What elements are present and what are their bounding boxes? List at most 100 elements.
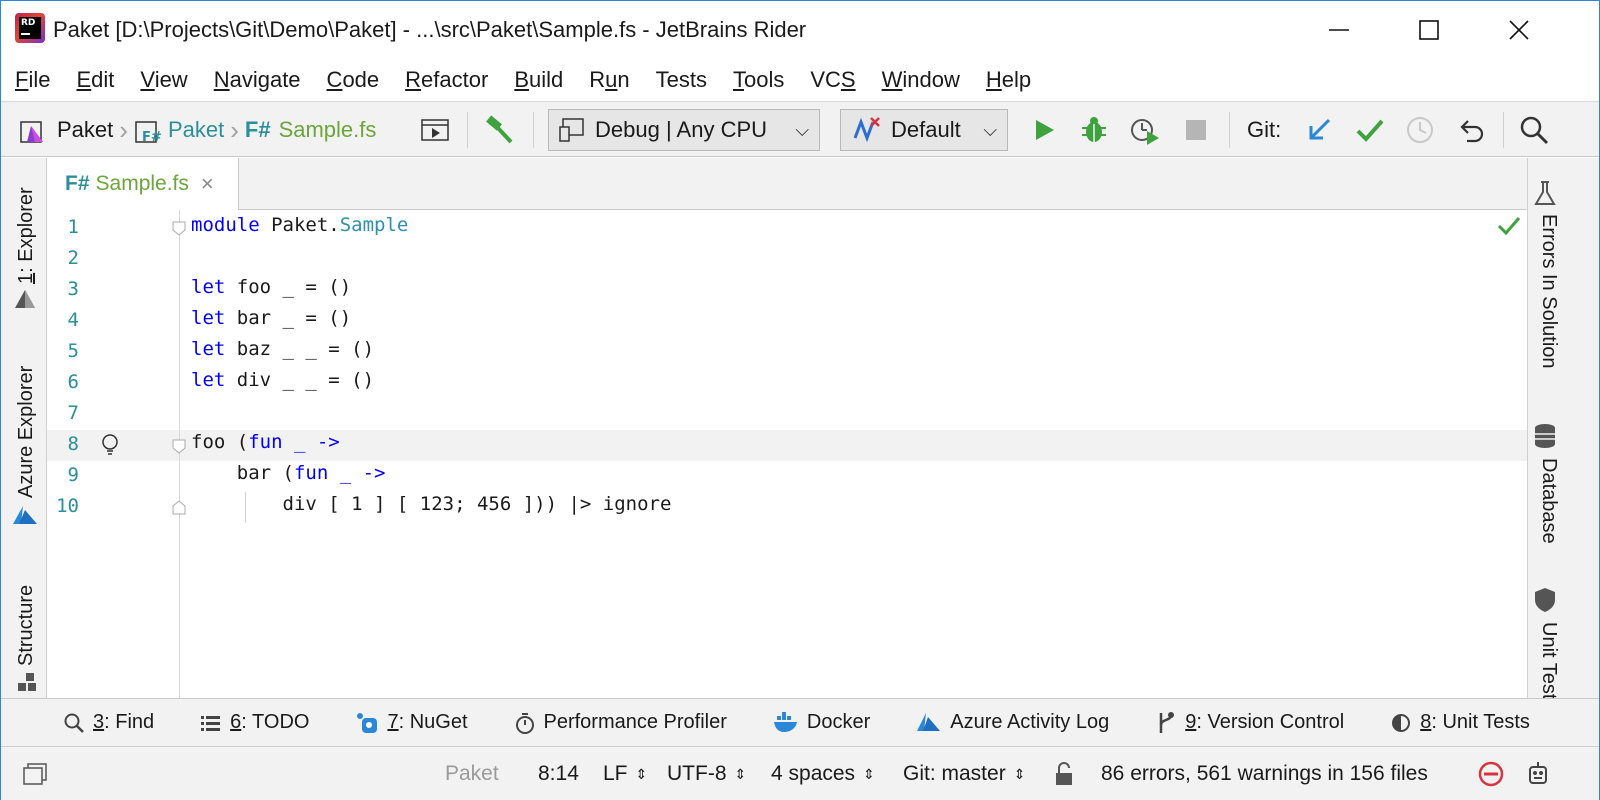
status-caret-position[interactable]: 8:14 [538, 747, 579, 800]
breadcrumb-solution[interactable]: Paket [57, 117, 113, 143]
git-update-button[interactable] [1305, 102, 1333, 158]
tool-window-unit-tests[interactable]: Unit Tests [1537, 622, 1560, 698]
tool-window-structure[interactable]: Structure [15, 585, 38, 666]
git-commit-button[interactable] [1355, 102, 1385, 158]
menu-navigate[interactable]: Navigate [214, 67, 301, 93]
updown-icon: ⇕ [635, 765, 648, 782]
run-button[interactable] [1031, 102, 1057, 158]
vcs-icon [1159, 711, 1175, 733]
tool-window-azure-explorer[interactable]: Azure Explorer [15, 366, 38, 498]
svg-text:F#: F# [142, 130, 162, 144]
minimize-button[interactable] [1319, 11, 1359, 49]
fsharp-badge: F# [65, 172, 90, 195]
tool-window-explorer[interactable]: 1: Explorer [15, 187, 38, 284]
menu-file[interactable]: File [15, 67, 50, 93]
tool-window-unit-tests[interactable]: 8: Unit Tests [1390, 711, 1530, 734]
clock-icon [1407, 117, 1433, 143]
status-problems[interactable]: 86 errors, 561 warnings in 156 files [1101, 747, 1428, 800]
menu-refactor[interactable]: Refactor [405, 67, 488, 93]
lightbulb-icon[interactable] [99, 432, 121, 458]
status-encoding[interactable]: UTF-8 ⇕ [667, 747, 746, 800]
line-number: 7 [67, 402, 79, 424]
updown-icon: ⇕ [863, 765, 875, 782]
git-rollback-button[interactable] [1457, 102, 1487, 158]
tab-sample-fs[interactable]: F# Sample.fs × [47, 158, 239, 210]
tool-window-version-control[interactable]: 9: Version Control [1155, 711, 1344, 735]
stopwatch-icon [515, 712, 534, 734]
chevron-right-icon: › [119, 114, 128, 145]
code-line: let div _ _ = () [191, 369, 375, 391]
status-line-ending[interactable]: LF ⇕ [603, 747, 647, 800]
menu-build[interactable]: Build [514, 67, 563, 93]
run-target-value: Default [891, 117, 961, 142]
solution-configuration-dropdown[interactable]: Debug | Any CPU ⌵ [548, 109, 820, 151]
maximize-icon [1419, 20, 1439, 40]
status-project[interactable]: Paket [445, 747, 499, 800]
bottom-tool-bar: 3: Find 6: TODO 7: NuGet Performance Pro… [1, 698, 1599, 746]
maximize-button[interactable] [1409, 11, 1449, 49]
menu-tests[interactable]: Tests [656, 67, 707, 93]
fold-end-marker-icon[interactable] [171, 500, 187, 516]
close-button[interactable] [1499, 11, 1539, 49]
status-git-branch[interactable]: Git: master ⇕ [903, 747, 1025, 800]
status-indent[interactable]: 4 spaces ⇕ [771, 747, 875, 800]
line-number: 5 [67, 340, 79, 362]
menu-bar: File Edit View Navigate Code Refactor Bu… [1, 59, 1599, 101]
tool-window-database[interactable]: Database [1537, 458, 1560, 544]
left-tool-strip: 1: Explorer Azure Explorer Structure [1, 158, 47, 698]
menu-view[interactable]: View [140, 67, 187, 93]
undo-icon [1460, 120, 1484, 143]
play-icon [1036, 120, 1054, 140]
structure-icon [18, 673, 36, 691]
line-number: 8 [67, 433, 79, 455]
menu-help[interactable]: Help [986, 67, 1031, 93]
run-target-dropdown[interactable]: Default ⌵ [840, 109, 1008, 151]
lock-icon[interactable] [1053, 747, 1075, 800]
line-number: 6 [67, 371, 79, 393]
menu-edit[interactable]: Edit [76, 67, 114, 93]
error-stop-icon[interactable] [1477, 747, 1505, 800]
rider-window: RD Paket [D:\Projects\Git\Demo\Paket] - … [0, 0, 1600, 800]
search-everywhere-button[interactable] [1519, 102, 1549, 158]
tool-window-errors-in-solution[interactable]: Errors In Solution [1537, 214, 1560, 369]
profile-button[interactable] [1129, 102, 1161, 158]
flask-icon [1534, 181, 1556, 205]
tool-window-docker[interactable]: Docker [773, 711, 870, 734]
tool-window-find[interactable]: 3: Find [63, 711, 154, 734]
line-number: 4 [67, 309, 79, 331]
dotnet-icon [853, 117, 880, 143]
gutter-divider [179, 210, 180, 698]
fold-marker-icon[interactable] [171, 438, 187, 454]
inspector-icon[interactable] [1523, 747, 1553, 800]
breadcrumb-file[interactable]: Sample.fs [279, 117, 377, 143]
build-hammer-icon[interactable] [483, 102, 515, 158]
menu-vcs[interactable]: VCS [810, 67, 855, 93]
run-configuration-icon[interactable] [421, 102, 449, 158]
tool-window-azure-activity-log[interactable]: Azure Activity Log [916, 711, 1109, 734]
updown-icon: ⇕ [1013, 765, 1026, 782]
chevron-down-icon: ⌵ [983, 119, 997, 140]
menu-window[interactable]: Window [882, 67, 960, 93]
tool-window-performance-profiler[interactable]: Performance Profiler [514, 711, 727, 735]
code-line: module Paket.Sample [191, 214, 409, 236]
tool-window-nuget[interactable]: 7: NuGet [355, 711, 468, 735]
breadcrumb-project[interactable]: Paket [168, 117, 224, 143]
explorer-icon [15, 290, 35, 308]
toggle-tool-windows-button[interactable] [21, 747, 47, 800]
line-number: 10 [56, 495, 79, 517]
debug-button[interactable] [1079, 102, 1109, 158]
configuration-icon [559, 118, 584, 142]
code-editor[interactable]: 1 2 3 4 5 6 7 8 9 10 module Paket.Sample… [47, 210, 1527, 698]
tool-window-todo[interactable]: 6: TODO [200, 711, 309, 734]
git-history-button[interactable] [1405, 102, 1435, 158]
unit-tests-icon [1392, 713, 1411, 732]
menu-run[interactable]: Run [589, 67, 629, 93]
fsharp-project-icon: F# [135, 121, 162, 144]
breadcrumb: Paket › F# Paket › F# Sample.fs [19, 102, 376, 158]
database-icon [1535, 424, 1555, 448]
fold-marker-icon[interactable] [171, 220, 187, 236]
menu-tools[interactable]: Tools [733, 67, 784, 93]
close-icon[interactable]: × [201, 171, 214, 197]
menu-code[interactable]: Code [327, 67, 380, 93]
stop-button[interactable] [1183, 102, 1209, 158]
